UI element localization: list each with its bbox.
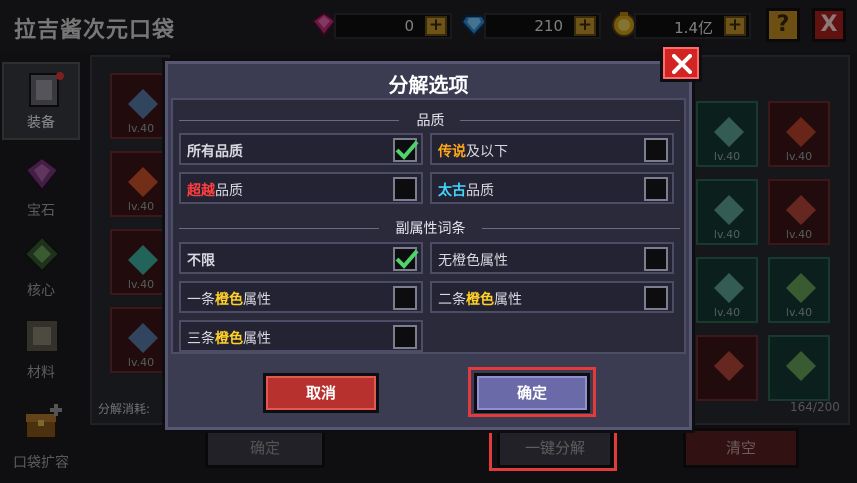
option-label: 太古品质 <box>438 183 494 199</box>
option-label: 超越品质 <box>187 183 243 199</box>
option-label: 不限 <box>187 253 215 269</box>
affix-section-label: 副属性词条 <box>395 221 466 237</box>
option-label: 二条橙色属性 <box>438 292 522 308</box>
option-no-orange-affix[interactable]: 无橙色属性 <box>430 242 674 274</box>
quality-section-label: 品质 <box>416 113 445 129</box>
checkbox[interactable] <box>393 177 417 201</box>
checkbox[interactable] <box>393 286 417 310</box>
close-icon <box>672 54 692 74</box>
option-one-orange-affix[interactable]: 一条橙色属性 <box>179 281 423 313</box>
checkbox[interactable] <box>644 177 668 201</box>
option-label: 无橙色属性 <box>438 253 508 269</box>
option-label: 所有品质 <box>187 144 243 160</box>
option-two-orange-affix[interactable]: 二条橙色属性 <box>430 281 674 313</box>
option-label: 一条橙色属性 <box>187 292 271 308</box>
checkbox[interactable] <box>393 138 419 162</box>
one-key-decompose-highlight <box>489 427 617 471</box>
option-transcend-quality[interactable]: 超越品质 <box>179 172 423 204</box>
dialog-confirm-button[interactable]: 确定 <box>474 373 590 413</box>
checkbox[interactable] <box>393 325 417 349</box>
checkbox[interactable] <box>393 247 419 271</box>
checkbox[interactable] <box>644 247 668 271</box>
option-no-limit[interactable]: 不限 <box>179 242 423 274</box>
option-label: 三条橙色属性 <box>187 331 271 347</box>
option-legendary-and-below[interactable]: 传说及以下 <box>430 133 674 165</box>
checkmark-icon <box>395 249 419 269</box>
option-ancient-quality[interactable]: 太古品质 <box>430 172 674 204</box>
cancel-button[interactable]: 取消 <box>263 373 379 413</box>
dialog-close-button[interactable] <box>660 44 702 82</box>
checkmark-icon <box>395 140 419 160</box>
option-three-orange-affix[interactable]: 三条橙色属性 <box>179 320 423 352</box>
dialog-title: 分解选项 <box>388 73 469 97</box>
checkbox[interactable] <box>644 286 668 310</box>
checkbox[interactable] <box>644 138 668 162</box>
option-label: 传说及以下 <box>438 144 508 160</box>
option-all-quality[interactable]: 所有品质 <box>179 133 423 165</box>
